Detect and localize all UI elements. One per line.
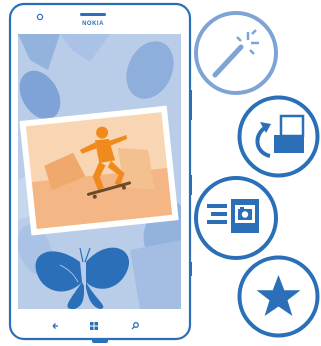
magic-wand-feature[interactable] — [193, 10, 279, 96]
power-button — [189, 175, 192, 195]
earpiece — [80, 13, 106, 16]
brand-logo: NOKIA — [82, 21, 104, 27]
charging-port — [92, 339, 108, 343]
photo-card — [19, 105, 179, 236]
camera-button — [189, 262, 192, 276]
favorite-feature[interactable] — [236, 254, 321, 339]
share-photo-feature[interactable] — [193, 175, 279, 261]
volume-button — [189, 90, 192, 120]
rotate-crop-feature[interactable] — [236, 94, 321, 179]
